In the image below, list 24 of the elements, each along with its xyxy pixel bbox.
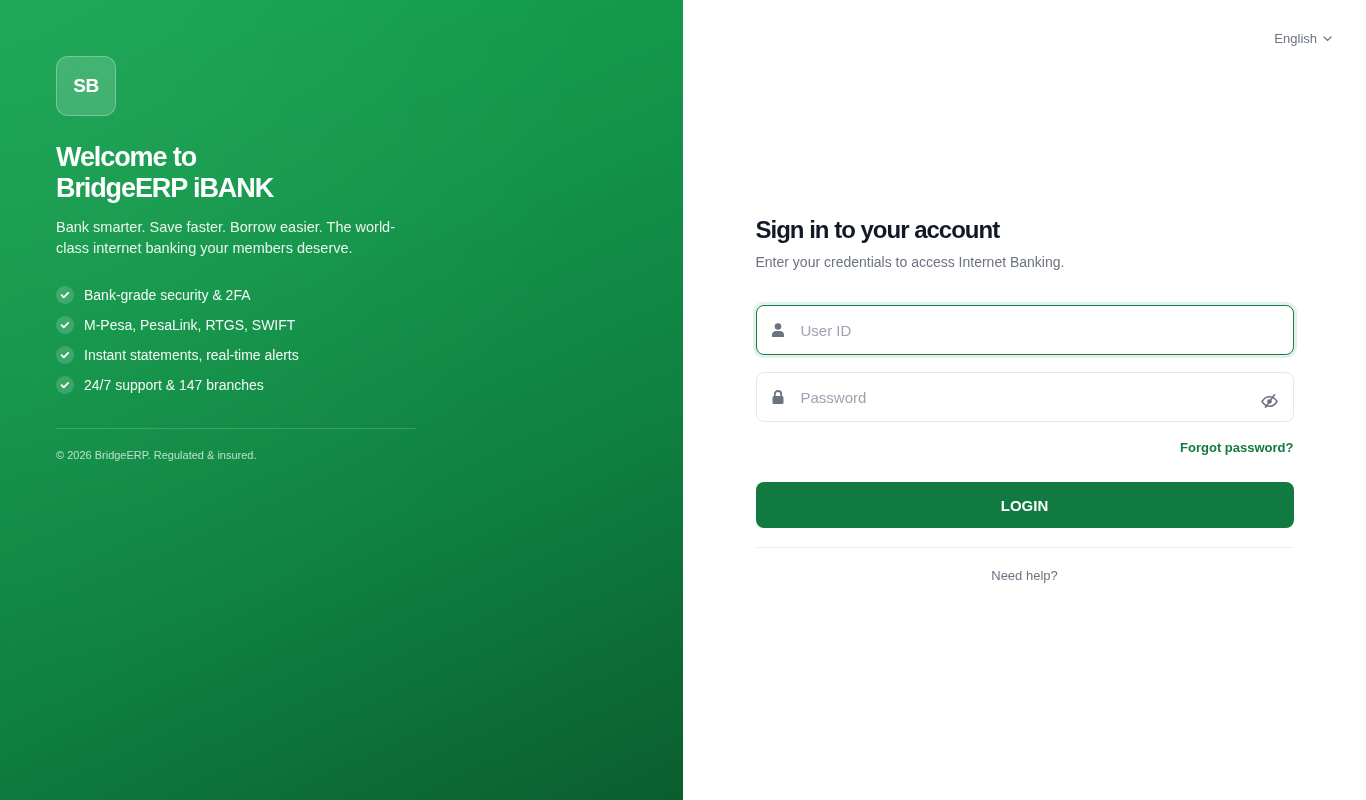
check-icon	[56, 376, 74, 394]
feature-text: 24/7 support & 147 branches	[84, 376, 264, 394]
form-title: Sign in to your account	[755, 215, 1001, 245]
feature-text: Bank-grade security & 2FA	[84, 286, 251, 304]
chevron-down-icon	[1323, 35, 1332, 42]
logo-tile: SB	[56, 56, 116, 116]
check-icon	[56, 316, 74, 334]
feature-text: M-Pesa, PesaLink, RTGS, SWIFT	[84, 316, 296, 334]
form-subtitle: Enter your credentials to access Internet Banking.	[755, 254, 1066, 270]
forgot-password-link[interactable]: Forgot password?	[1180, 440, 1294, 455]
user-id-field[interactable]: User ID	[755, 305, 1294, 355]
copyright-text: © 2026 BridgeERP. Regulated & insured.	[56, 449, 257, 461]
check-icon	[56, 286, 74, 304]
tagline-text: Bank smarter. Save faster. Borrow easier. The world-class internet banking your members deserve.	[56, 218, 396, 258]
language-selector[interactable]: English	[1274, 31, 1332, 46]
welcome-heading: Welcome to BridgeERP iBANK	[56, 142, 275, 204]
password-field[interactable]: Password	[755, 372, 1294, 422]
login-button[interactable]: LOGIN	[755, 482, 1294, 528]
feature-text: Instant statements, real-time alerts	[84, 346, 299, 364]
user-icon	[771, 323, 784, 337]
check-icon	[56, 346, 74, 364]
help-link[interactable]: Need help?	[991, 568, 1058, 583]
eye-slash-icon[interactable]	[1260, 394, 1278, 408]
lock-icon	[771, 390, 784, 404]
